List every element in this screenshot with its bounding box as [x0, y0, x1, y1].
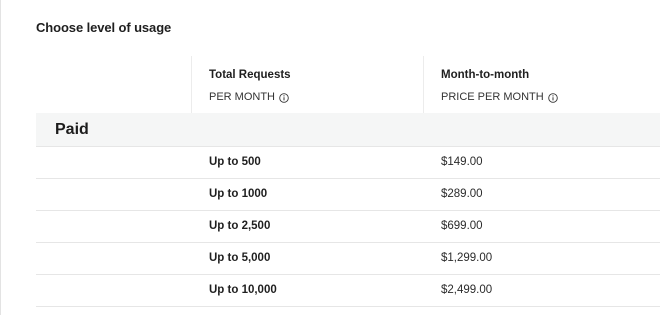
header-title: Month-to-month [441, 69, 530, 81]
table-row[interactable]: Up to 1000 $289.00 [36, 179, 660, 211]
price-cell: $1,299.00 [441, 252, 493, 264]
requests-cell: Up to 1000 [209, 188, 268, 200]
header-month-to-month: Month-to-month PRICE PER MONTH [441, 68, 558, 104]
table-row[interactable]: Up to 5,000 $1,299.00 [36, 243, 660, 275]
price-cell: $699.00 [441, 220, 483, 232]
requests-cell: Up to 5,000 [209, 252, 271, 264]
pricing-table: Total Requests PER MONTH Month-to-month … [36, 56, 660, 307]
price-cell: $289.00 [441, 188, 483, 200]
info-icon[interactable] [279, 92, 289, 103]
column-divider [423, 56, 424, 113]
table-header: Total Requests PER MONTH Month-to-month … [36, 56, 660, 113]
header-subtitle-row: PRICE PER MONTH [441, 91, 558, 104]
header-subtitle: PER MONTH [209, 91, 275, 103]
page-title: Choose level of usage [36, 20, 172, 35]
requests-cell: Up to 10,000 [209, 284, 277, 296]
price-cell: $149.00 [441, 156, 483, 168]
requests-cell: Up to 500 [209, 156, 261, 168]
table-row[interactable]: Up to 2,500 $699.00 [36, 211, 660, 243]
header-subtitle-row: PER MONTH [209, 91, 291, 104]
column-divider [191, 56, 192, 113]
info-icon[interactable] [547, 92, 558, 103]
table-row[interactable]: Up to 10,000 $2,499.00 [36, 275, 660, 307]
tier-list: Up to 500 $149.00 Up to 1000 $289.00 Up … [36, 146, 660, 307]
price-cell: $2,499.00 [441, 284, 493, 296]
header-title: Total Requests [209, 69, 291, 81]
usage-level-panel: Choose level of usage Total Requests PER… [0, 0, 660, 315]
header-subtitle: PRICE PER MONTH [441, 91, 544, 103]
section-paid: Paid [36, 113, 660, 146]
requests-cell: Up to 2,500 [209, 220, 271, 232]
header-total-requests: Total Requests PER MONTH [209, 68, 291, 104]
table-row[interactable]: Up to 500 $149.00 [36, 147, 660, 179]
